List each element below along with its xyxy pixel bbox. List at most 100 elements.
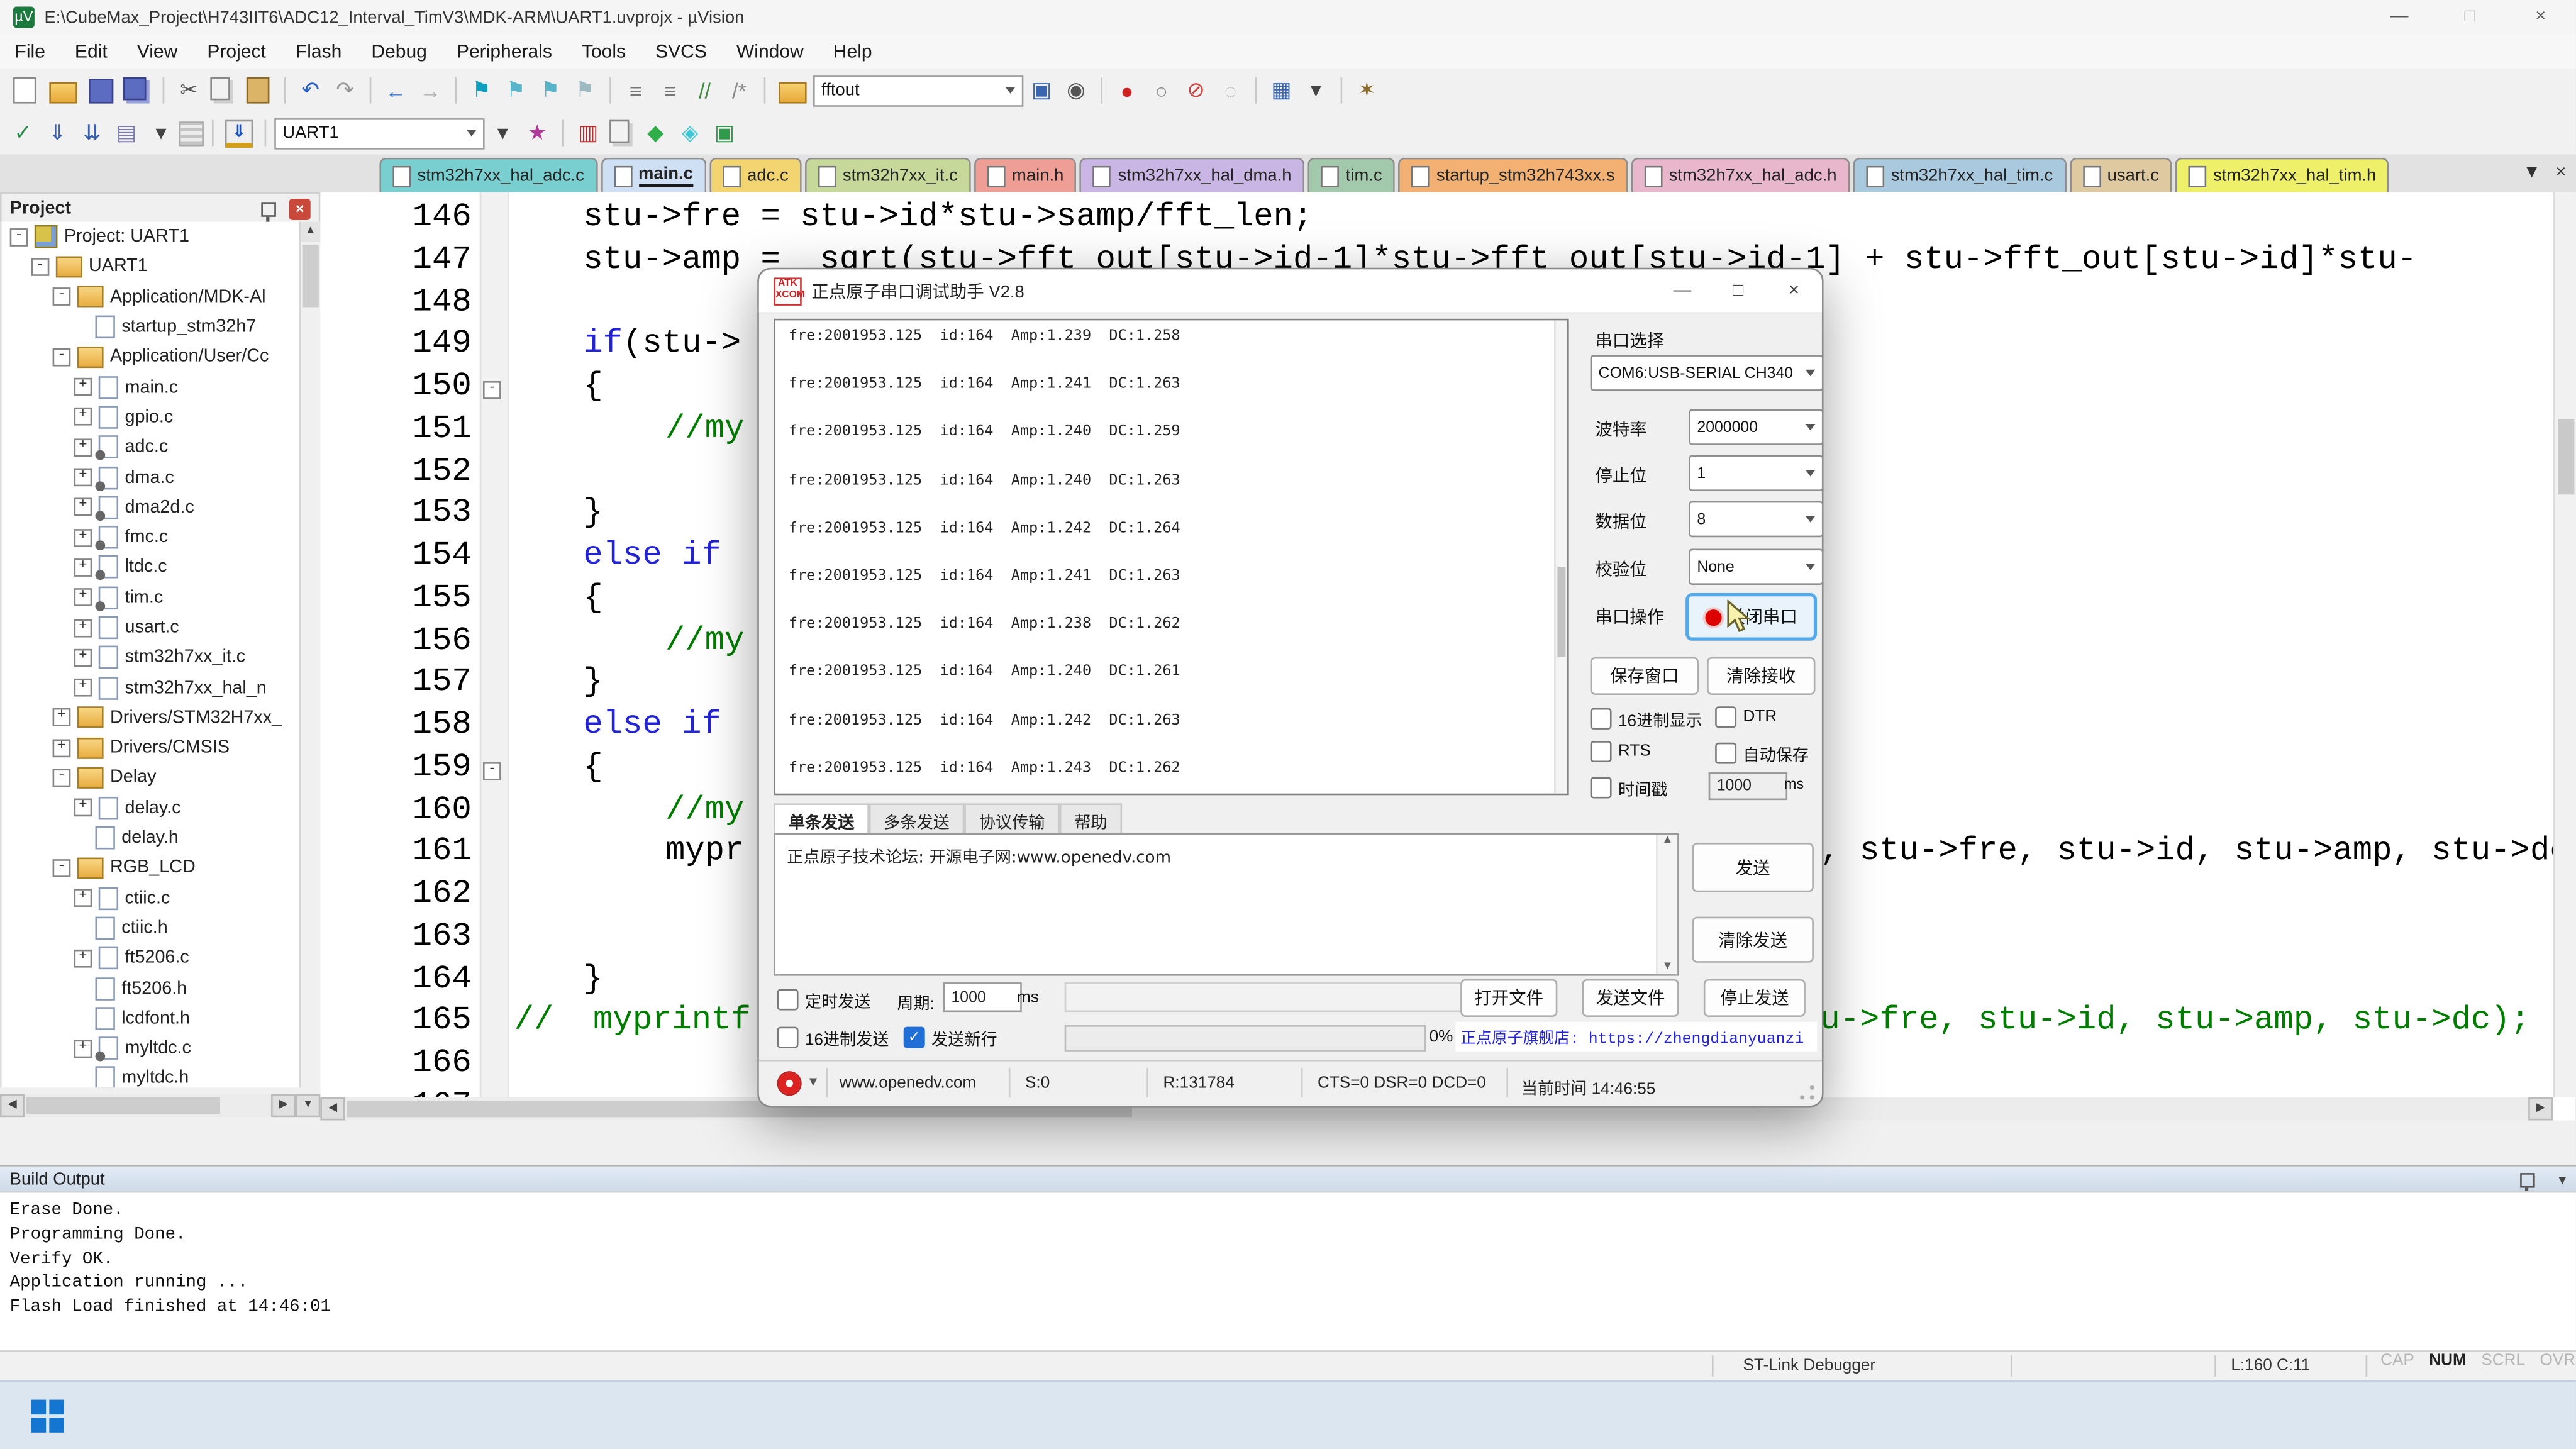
tree-item-stm32h7xx-it-c[interactable]: +stm32h7xx_it.c (2, 643, 321, 673)
minimize-button[interactable]: — (2364, 0, 2434, 35)
unindent-icon[interactable]: ≡ (619, 75, 652, 105)
collapse-icon[interactable]: - (53, 348, 71, 366)
binoculars-icon[interactable]: ◉ (1060, 75, 1092, 105)
tree-item-gpio-c[interactable]: +gpio.c (2, 402, 321, 432)
tree-item-ft5206-h[interactable]: ft5206.h (2, 974, 321, 1004)
breakpoint-enable-icon[interactable]: ○ (1145, 75, 1178, 105)
expand-icon[interactable]: + (74, 589, 92, 607)
panel-close-icon[interactable]: × (289, 198, 311, 219)
bookmark-clear-icon[interactable]: ⚑ (569, 75, 601, 105)
tree-item-fmc-c[interactable]: +fmc.c (2, 523, 321, 553)
tab-stm32h7xx-hal-dma-h[interactable]: stm32h7xx_hal_dma.h (1080, 158, 1304, 192)
period-field[interactable]: 1000 (943, 982, 1021, 1012)
tree-item-dma-c[interactable]: +dma.c (2, 462, 321, 492)
start-button[interactable] (31, 1400, 64, 1433)
tree-item-ctiic-c[interactable]: +ctiic.c (2, 883, 321, 913)
indent-icon[interactable]: ≡ (654, 75, 687, 105)
tree-item-lcdfont-h[interactable]: lcdfont.h (2, 1003, 321, 1033)
copy-icon[interactable] (210, 77, 230, 101)
fold-marker[interactable]: - (483, 762, 501, 780)
expand-icon[interactable]: + (74, 1040, 92, 1058)
cut-icon[interactable]: ✂ (172, 75, 205, 105)
tree-item-adc-c[interactable]: +adc.c (2, 432, 321, 462)
menu-view[interactable]: View (122, 42, 192, 62)
build-output-body[interactable]: Erase Done.Programming Done.Verify OK.Ap… (0, 1191, 2576, 1358)
menu-flash[interactable]: Flash (280, 42, 356, 62)
open-file-button[interactable]: 打开文件 (1460, 979, 1557, 1017)
expand-icon[interactable]: + (74, 648, 92, 667)
send-tab-1[interactable]: 多条发送 (869, 803, 965, 835)
tree-vscrollbar[interactable]: ▲ (299, 222, 320, 1088)
expand-icon[interactable]: + (74, 889, 92, 908)
tree-item-stm32h7xx-hal-n[interactable]: +stm32h7xx_hal_n (2, 673, 321, 703)
expand-icon[interactable]: + (53, 739, 71, 757)
menu-edit[interactable]: Edit (60, 42, 122, 62)
parity-combo[interactable]: None (1689, 548, 1823, 584)
tree-item-tim-c[interactable]: +tim.c (2, 582, 321, 613)
tree-item-application-mdk-al[interactable]: -Application/MDK-Al (2, 282, 321, 312)
tree-item-usart-c[interactable]: +usart.c (2, 613, 321, 643)
tab-startup-stm32h743xx-s[interactable]: startup_stm32h743xx.s (1399, 158, 1628, 192)
tree-item-drivers-stm32h7xx[interactable]: +Drivers/STM32H7xx_ (2, 702, 321, 733)
tab-close-icon[interactable]: × (2555, 163, 2566, 182)
menu-tools[interactable]: Tools (567, 42, 640, 62)
expand-icon[interactable]: + (74, 469, 92, 487)
panel-menu-icon[interactable]: ▾ (2558, 1170, 2566, 1189)
scroll-right-icon[interactable]: ▶ (2528, 1097, 2553, 1121)
send-tab-0[interactable]: 单条发送 (774, 803, 869, 835)
dialog-close-button[interactable]: × (1766, 281, 1822, 301)
comment-icon[interactable]: // (689, 75, 721, 105)
timestamp-period-field[interactable]: 1000 (1709, 772, 1787, 800)
gear-dropdown-icon[interactable]: ▼ (807, 1074, 820, 1089)
expand-icon[interactable]: + (74, 498, 92, 516)
open-file-icon[interactable] (49, 81, 77, 103)
paste-icon[interactable] (247, 77, 270, 104)
collapse-icon[interactable]: - (10, 228, 28, 246)
tree-item-project-uart1[interactable]: -Project: UART1 (2, 222, 321, 252)
close-button[interactable]: × (2506, 0, 2576, 35)
menu-project[interactable]: Project (192, 42, 281, 62)
tree-item-ctiic-h[interactable]: ctiic.h (2, 913, 321, 943)
xcom-titlebar[interactable]: ATKXCOM 正点原子串口调试助手 V2.8 — □ × (759, 269, 1822, 314)
port-combo[interactable]: COM6:USB-SERIAL CH340 (1591, 355, 1824, 391)
stop-send-button[interactable]: 停止发送 (1704, 979, 1806, 1017)
receive-scrollbar[interactable] (1554, 320, 1567, 793)
panel-dropdown-icon[interactable]: ▼ (296, 1094, 320, 1118)
expand-icon[interactable]: + (74, 378, 92, 396)
menu-file[interactable]: File (0, 42, 60, 62)
menu-help[interactable]: Help (818, 42, 887, 62)
tab-usart-c[interactable]: usart.c (2070, 158, 2172, 192)
menu-svcs[interactable]: SVCS (641, 42, 722, 62)
tree-item-myltdc-h[interactable]: myltdc.h (2, 1063, 321, 1087)
target-combo[interactable]: UART1 (274, 118, 484, 149)
send-tab-2[interactable]: 协议传输 (964, 803, 1060, 835)
timed-send-checkbox[interactable]: 定时发送 (777, 987, 871, 1012)
tree-item-rgb-lcd[interactable]: -RGB_LCD (2, 853, 321, 883)
dialog-maximize-button[interactable]: □ (1710, 281, 1766, 301)
tab-stm32h7xx-hal-adc-c[interactable]: stm32h7xx_hal_adc.c (379, 158, 597, 192)
tree-item-delay-c[interactable]: +delay.c (2, 793, 321, 823)
options-wand-icon[interactable]: ★ (521, 118, 553, 148)
build-icon[interactable]: ⇓ (41, 118, 74, 148)
collapse-icon[interactable]: - (53, 288, 71, 306)
tab-tim-c[interactable]: tim.c (1308, 158, 1396, 192)
hex-display-checkbox[interactable]: 16进制显示 (1591, 706, 1702, 731)
tree-hscrollbar[interactable]: ◀ ▶ ▼ (0, 1094, 320, 1118)
analysis-dropdown-icon[interactable]: ▾ (1299, 75, 1332, 105)
tab-overflow-icon[interactable]: ▼ (2523, 163, 2540, 182)
tree-item-startup-stm32h7[interactable]: startup_stm32h7 (2, 312, 321, 342)
stopbits-combo[interactable]: 1 (1689, 455, 1823, 491)
send-newline-checkbox[interactable]: ✓发送新行 (904, 1025, 997, 1050)
baud-combo[interactable]: 2000000 (1689, 409, 1823, 445)
maximize-button[interactable]: □ (2434, 0, 2505, 35)
expand-icon[interactable]: + (74, 618, 92, 636)
scroll-right-icon[interactable]: ▶ (271, 1094, 296, 1118)
tab-adc-c[interactable]: adc.c (709, 158, 802, 192)
batch-dropdown-icon[interactable]: ▾ (145, 118, 177, 148)
target-dropdown-icon[interactable]: ▾ (486, 118, 519, 148)
expand-icon[interactable]: + (53, 709, 71, 727)
pin-icon[interactable] (2521, 1172, 2536, 1187)
tab-stm32h7xx-hal-tim-h[interactable]: stm32h7xx_hal_tim.h (2175, 158, 2389, 192)
uncomment-icon[interactable]: /* (723, 75, 755, 105)
scroll-left-icon[interactable]: ◀ (320, 1097, 345, 1121)
